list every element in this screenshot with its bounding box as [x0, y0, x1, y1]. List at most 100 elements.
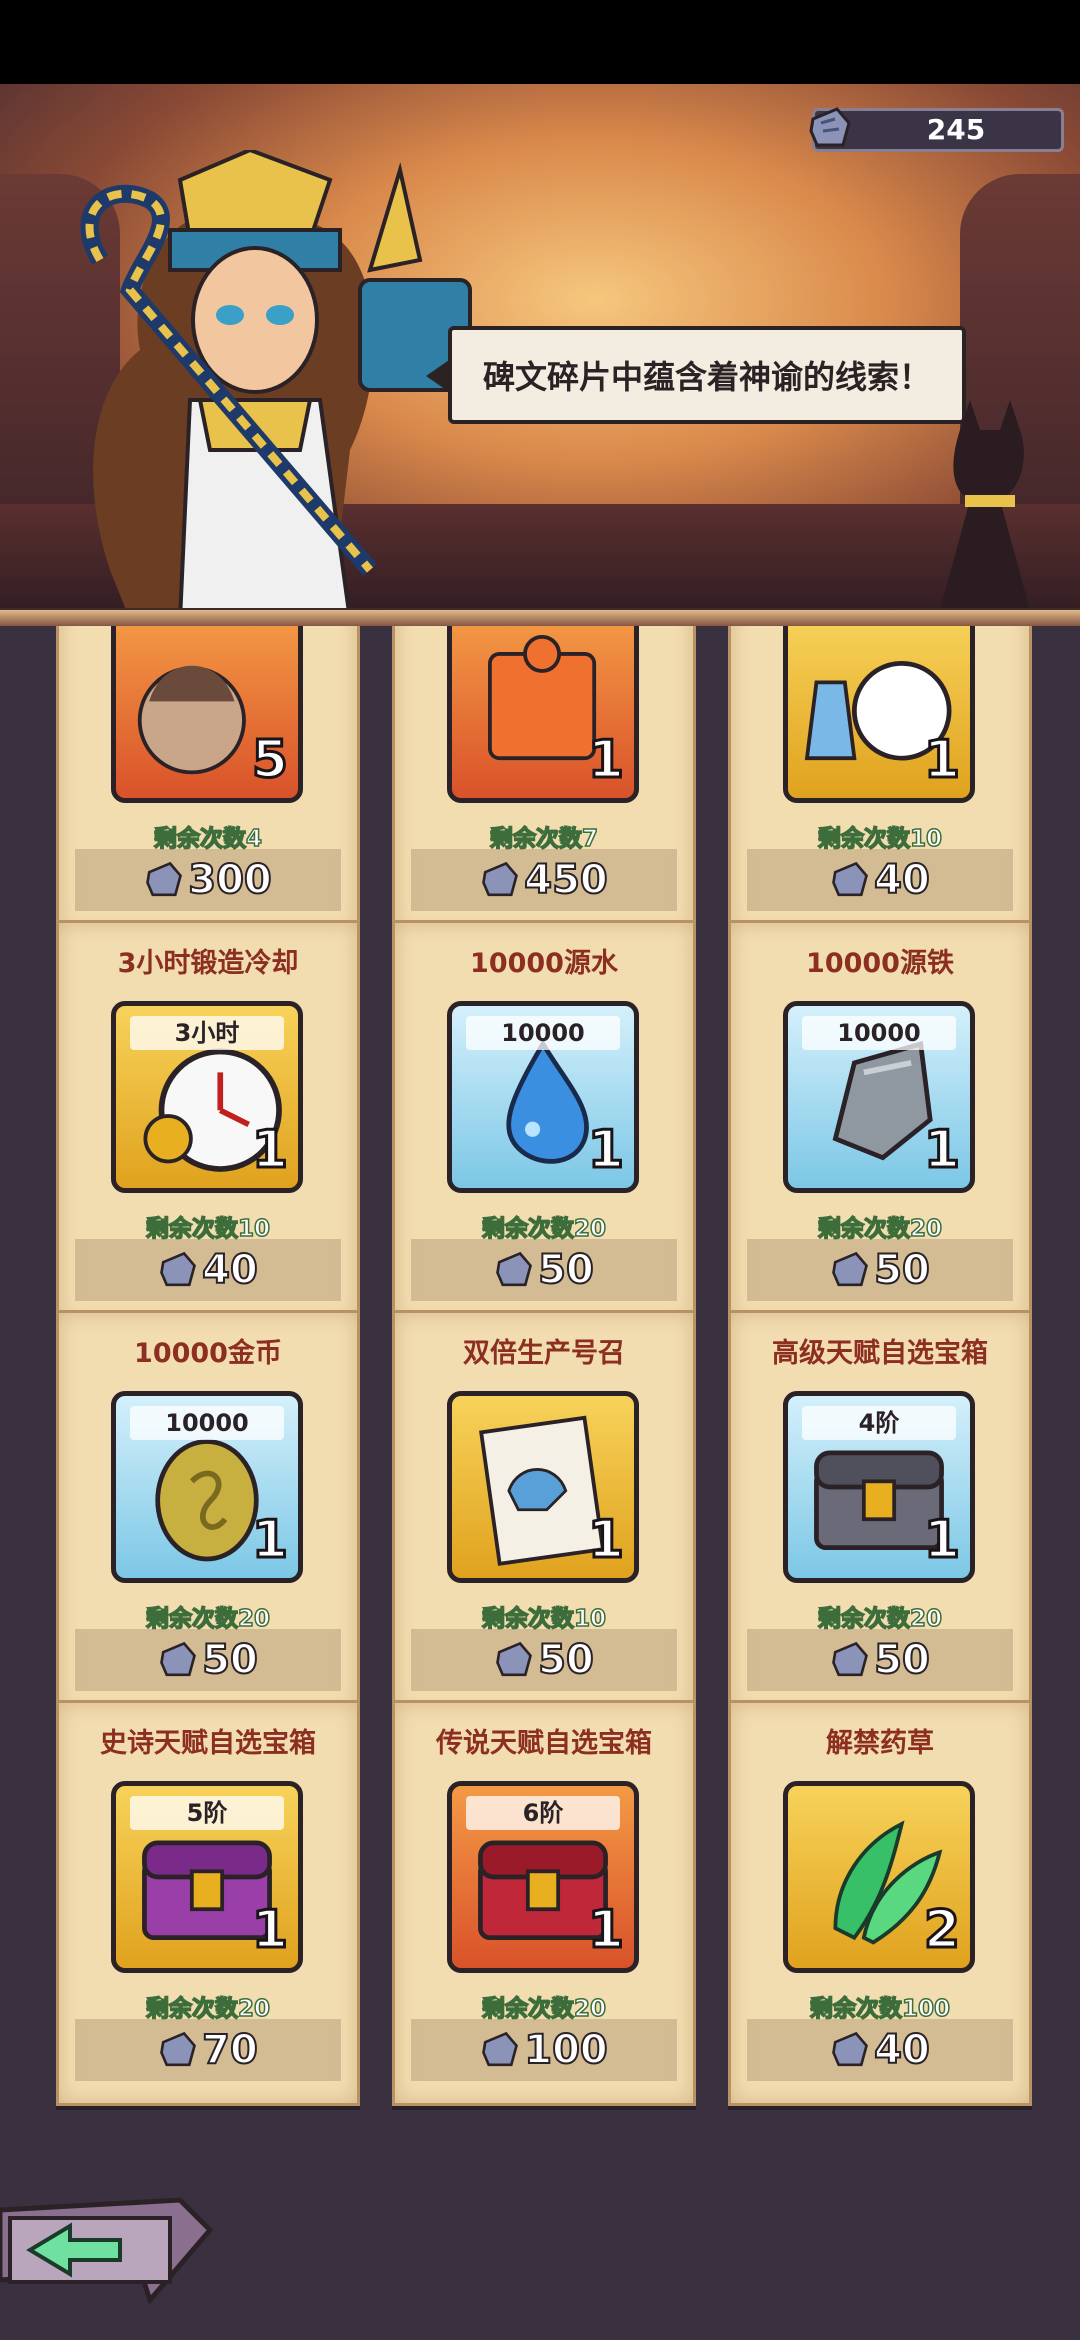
- item-quantity: 1: [250, 1899, 289, 1962]
- price-value: 40: [873, 856, 931, 904]
- price-value: 50: [537, 1246, 595, 1294]
- price-value: 40: [873, 2026, 931, 2074]
- remaining-count: 剩余次数20: [145, 1995, 271, 2023]
- shop-item-card[interactable]: 5 剩余次数4 300: [56, 626, 360, 936]
- item-quantity: 1: [586, 1899, 625, 1962]
- rune-fragment-icon: [832, 1641, 869, 1677]
- rune-fragment-icon: [832, 1251, 869, 1287]
- status-bar: [0, 0, 1080, 84]
- shop-item-card[interactable]: 1 剩余次数7 450: [392, 626, 696, 936]
- price-button[interactable]: 50: [411, 1629, 677, 1691]
- price-button[interactable]: 450: [411, 849, 677, 911]
- remaining-count: 剩余次数100: [809, 1995, 951, 2023]
- item-title: 10000金币: [134, 1338, 282, 1369]
- price-value: 100: [523, 2026, 608, 2074]
- item-tag: 3小时: [130, 1016, 284, 1050]
- price-value: 300: [187, 856, 272, 904]
- item-quantity: 1: [586, 1509, 625, 1572]
- item-quantity: 5: [250, 729, 289, 792]
- item-title: 解禁药草: [826, 1728, 934, 1759]
- rune-fragment-icon: [496, 1251, 533, 1287]
- currency-value: 245: [926, 113, 986, 146]
- item-quantity: 1: [586, 1119, 625, 1182]
- remaining-count: 剩余次数20: [817, 1605, 943, 1633]
- item-icon: 3小时 1: [111, 1001, 303, 1193]
- remaining-count: 剩余次数20: [145, 1605, 271, 1633]
- price-button[interactable]: 50: [747, 1629, 1013, 1691]
- cat-statue: [940, 400, 1030, 610]
- item-icon: 10000 1: [783, 1001, 975, 1193]
- item-quantity: 1: [250, 1509, 289, 1572]
- speech-bubble-tail: [426, 358, 452, 394]
- item-icon: 5: [111, 626, 303, 803]
- remaining-count: 剩余次数4: [153, 825, 263, 853]
- shop-item-card[interactable]: 10000金币 10000 1 剩余次数20 50: [56, 1310, 360, 1716]
- shop-item-card[interactable]: 史诗天赋自选宝箱 5阶 1 剩余次数20 70: [56, 1700, 360, 2106]
- shop-item-card[interactable]: 3小时锻造冷却 3小时 1 剩余次数10 40: [56, 920, 360, 1326]
- item-icon: 6阶 1: [447, 1781, 639, 1973]
- item-icon: 1: [447, 626, 639, 803]
- rune-fragment-icon: [160, 1641, 197, 1677]
- price-value: 450: [523, 856, 608, 904]
- rune-fragment-icon: [832, 861, 869, 897]
- item-quantity: 1: [922, 1119, 961, 1182]
- price-value: 50: [873, 1246, 931, 1294]
- item-icon: 1: [783, 626, 975, 803]
- shop-item-card[interactable]: 1 剩余次数10 40: [728, 626, 1032, 936]
- item-title: 高级天赋自选宝箱: [772, 1338, 988, 1369]
- price-button[interactable]: 40: [747, 849, 1013, 911]
- shop-item-card[interactable]: 解禁药草 2 剩余次数100 40: [728, 1700, 1032, 2106]
- item-tag: 10000: [130, 1406, 284, 1440]
- item-tag: 4阶: [802, 1406, 956, 1440]
- price-button[interactable]: 50: [747, 1239, 1013, 1301]
- price-button[interactable]: 100: [411, 2019, 677, 2081]
- remaining-count: 剩余次数10: [481, 1605, 607, 1633]
- rune-fragment-icon: [832, 2031, 869, 2067]
- item-quantity: 2: [922, 1899, 961, 1962]
- shop-item-card[interactable]: 10000源水 10000 1 剩余次数20 50: [392, 920, 696, 1326]
- rune-fragment-icon: [496, 1641, 533, 1677]
- item-quantity: 1: [586, 729, 625, 792]
- item-icon: 1: [447, 1391, 639, 1583]
- item-quantity: 1: [922, 1509, 961, 1572]
- item-title: 传说天赋自选宝箱: [436, 1728, 652, 1759]
- item-icon: 5阶 1: [111, 1781, 303, 1973]
- rune-fragment-icon: [482, 2031, 519, 2067]
- item-icon: 2: [783, 1781, 975, 1973]
- price-value: 40: [201, 1246, 259, 1294]
- speech-bubble: 碑文碎片中蕴含着神谕的线索！: [426, 326, 966, 424]
- price-value: 50: [537, 1636, 595, 1684]
- rune-fragment-icon: [160, 1251, 197, 1287]
- item-title: 双倍生产号召: [463, 1338, 625, 1369]
- currency-display: 245: [809, 107, 1064, 152]
- rune-fragment-icon: [482, 861, 519, 897]
- price-button[interactable]: 40: [747, 2019, 1013, 2081]
- price-button[interactable]: 40: [75, 1239, 341, 1301]
- price-button[interactable]: 300: [75, 849, 341, 911]
- back-button[interactable]: [0, 2190, 220, 2320]
- remaining-count: 剩余次数20: [481, 1995, 607, 2023]
- item-quantity: 1: [922, 729, 961, 792]
- item-title: 10000源水: [470, 948, 618, 979]
- rune-fragment-icon: [146, 861, 183, 897]
- item-tag: 10000: [466, 1016, 620, 1050]
- price-button[interactable]: 70: [75, 2019, 341, 2081]
- price-value: 50: [873, 1636, 931, 1684]
- item-title: 史诗天赋自选宝箱: [100, 1728, 316, 1759]
- item-quantity: 1: [250, 1119, 289, 1182]
- shop-item-card[interactable]: 10000源铁 10000 1 剩余次数20 50: [728, 920, 1032, 1326]
- remaining-count: 剩余次数20: [817, 1215, 943, 1243]
- item-title: 10000源铁: [806, 948, 954, 979]
- item-icon: 10000 1: [447, 1001, 639, 1193]
- price-button[interactable]: 50: [75, 1629, 341, 1691]
- shop-item-card[interactable]: 传说天赋自选宝箱 6阶 1 剩余次数20 100: [392, 1700, 696, 2106]
- shop-item-card[interactable]: 高级天赋自选宝箱 4阶 1 剩余次数20 50: [728, 1310, 1032, 1716]
- remaining-count: 剩余次数10: [817, 825, 943, 853]
- remaining-count: 剩余次数10: [145, 1215, 271, 1243]
- shop-item-card[interactable]: 双倍生产号召 1 剩余次数10 50: [392, 1310, 696, 1716]
- item-icon: 10000 1: [111, 1391, 303, 1583]
- speech-text: 碑文碎片中蕴含着神谕的线索！: [482, 358, 931, 396]
- remaining-count: 剩余次数20: [481, 1215, 607, 1243]
- price-button[interactable]: 50: [411, 1239, 677, 1301]
- shop-grid[interactable]: 5 剩余次数4 300 1 剩余次数7 450 1 剩余次数10 40 3小时锻造冷却 3小时 1 剩余…: [0, 626, 1080, 2340]
